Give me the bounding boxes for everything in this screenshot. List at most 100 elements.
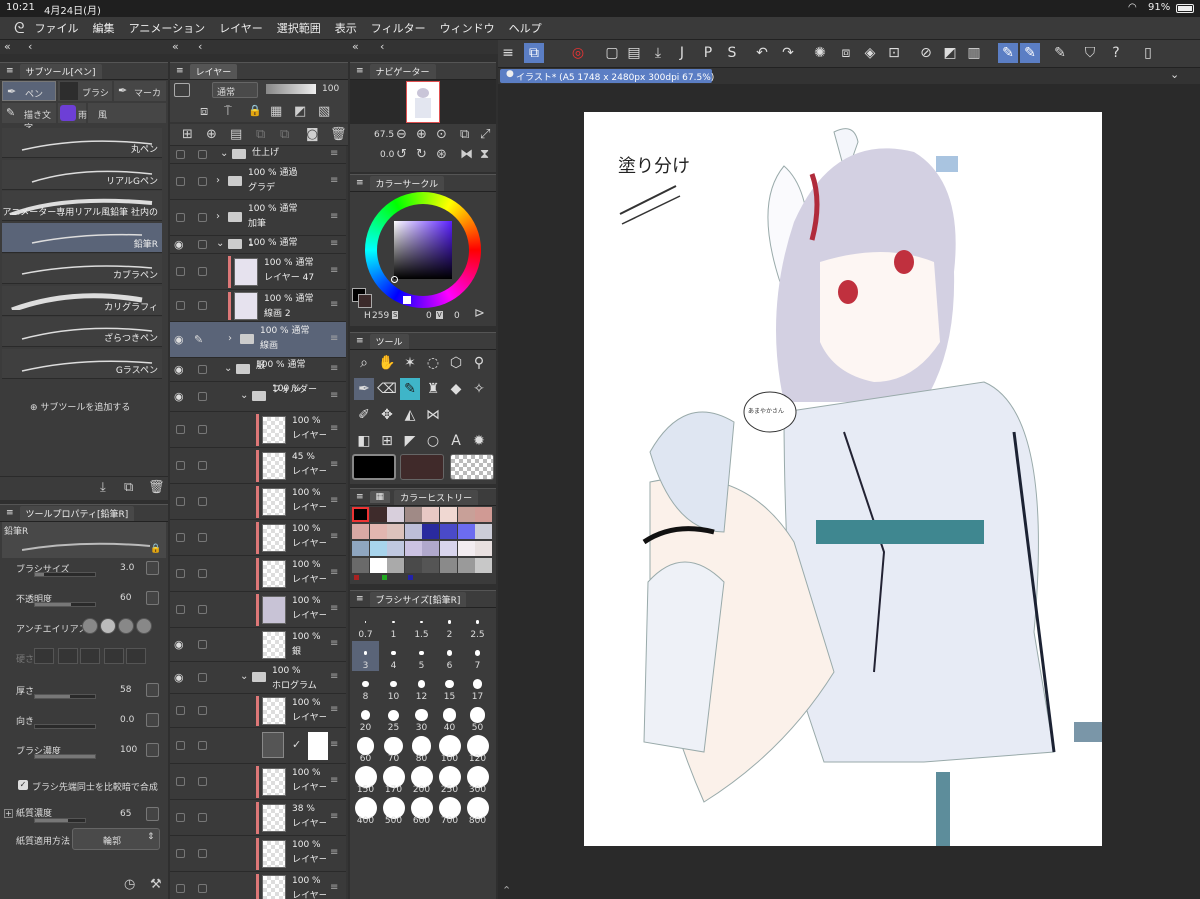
layer-folder[interactable]: › 100 % 通過 グラデ ≡ xyxy=(170,164,346,200)
brush-tool-icon[interactable]: ✎ xyxy=(400,378,420,400)
artwork-canvas[interactable]: 塗り分け あまやかさん xyxy=(584,112,1102,846)
fill-select-icon[interactable]: ◈ xyxy=(860,43,880,63)
drag-handle-icon[interactable]: ≡ xyxy=(330,882,338,893)
reference-icon[interactable]: ⍑ xyxy=(224,105,232,118)
edit-toggle[interactable] xyxy=(198,673,207,682)
layer-row[interactable]: 100 % レイヤー ≡ xyxy=(170,484,346,520)
color-history-swatch[interactable] xyxy=(387,524,405,539)
subtool-item[interactable]: ざらつきペン xyxy=(2,317,162,347)
layer-folder[interactable]: › 100 % 通常 加筆 ≡ xyxy=(170,200,346,236)
blend-icon[interactable]: ◭ xyxy=(400,404,420,426)
new-raster-layer-icon[interactable]: ⊞ xyxy=(182,128,193,141)
drag-handle-icon[interactable]: ≡ xyxy=(330,148,338,159)
subtool-item[interactable]: 丸ペン xyxy=(2,128,162,158)
brush-size-option[interactable]: 70 xyxy=(380,734,407,764)
flip-v-icon[interactable]: ⧗ xyxy=(480,148,489,161)
visibility-toggle[interactable] xyxy=(176,267,185,276)
chevron-down-icon[interactable]: ⌄ xyxy=(240,671,248,682)
rotate-left-icon[interactable]: ↺ xyxy=(396,148,407,161)
brush-check-icon[interactable]: ✎ xyxy=(998,43,1018,63)
text-icon[interactable]: A xyxy=(446,430,466,452)
redo-icon[interactable]: ↷ xyxy=(778,43,798,63)
sv-cursor[interactable] xyxy=(391,276,398,283)
tab-marker[interactable]: ✒マーカー xyxy=(114,81,166,112)
reset-rotate-icon[interactable]: ⊛ xyxy=(436,148,447,161)
brush-size-option[interactable]: 20 xyxy=(352,703,379,733)
eyedropper-icon[interactable]: ⚲ xyxy=(469,352,489,374)
visibility-toggle[interactable] xyxy=(176,884,185,893)
color-history-swatch[interactable] xyxy=(440,558,457,573)
eye-icon[interactable]: ◉ xyxy=(174,333,184,346)
add-subtool-button[interactable]: ⊕ サブツールを追加する xyxy=(30,400,130,413)
color-history-swatch[interactable] xyxy=(387,541,405,556)
drag-handle-icon[interactable]: ≡ xyxy=(330,333,338,344)
layer-row[interactable]: 45 % レイヤー ≡ xyxy=(170,448,346,484)
edit-toggle[interactable] xyxy=(198,813,207,822)
drag-handle-icon[interactable]: ≡ xyxy=(330,603,338,614)
edit-toggle[interactable] xyxy=(198,177,207,186)
menu-item[interactable]: ヘルプ xyxy=(509,20,542,36)
pen-outline-icon[interactable]: ✐ xyxy=(354,404,374,426)
frame-icon[interactable]: ⊞ xyxy=(377,430,397,452)
expand-up-icon[interactable]: ⌃ xyxy=(502,884,511,897)
paper-slider[interactable] xyxy=(34,818,86,823)
brush-size-option[interactable]: 600 xyxy=(408,796,435,826)
new-canvas-icon[interactable]: ⧉ xyxy=(524,43,544,63)
brush-size-option[interactable]: 700 xyxy=(436,796,463,826)
menu-item[interactable]: ウィンドウ xyxy=(440,20,495,36)
color-history-swatch[interactable] xyxy=(475,541,493,556)
menu-icon[interactable]: ≡ xyxy=(356,336,364,346)
color-history-swatch[interactable] xyxy=(387,507,405,522)
loading-icon[interactable]: ✺ xyxy=(810,43,830,63)
chevron-down-icon[interactable]: ⌄ xyxy=(216,238,224,249)
hat-icon[interactable]: ⛉ xyxy=(1080,43,1100,63)
brush-size-option[interactable]: 4 xyxy=(380,641,407,671)
visibility-toggle[interactable] xyxy=(176,849,185,858)
brush-size-option[interactable]: 12 xyxy=(408,672,435,702)
collapse-icon[interactable]: « xyxy=(352,40,359,53)
new-vector-layer-icon[interactable]: ⊕ xyxy=(206,128,217,141)
drag-handle-icon[interactable]: ≡ xyxy=(330,847,338,858)
fit-screen-icon[interactable]: ⧉ xyxy=(460,128,469,141)
brush-size-option[interactable]: 5 xyxy=(408,641,435,671)
drag-handle-icon[interactable]: ≡ xyxy=(330,811,338,822)
edit-toggle[interactable] xyxy=(198,267,207,276)
visibility-toggle[interactable] xyxy=(176,605,185,614)
fill-icon[interactable]: ◆ xyxy=(446,378,466,400)
brush-size-option[interactable]: 300 xyxy=(464,765,491,795)
menu-icon[interactable]: ≡ xyxy=(498,43,518,63)
brush-size-option[interactable]: 170 xyxy=(380,765,407,795)
undo-icon[interactable]: ↶ xyxy=(752,43,772,63)
drag-handle-icon[interactable]: ≡ xyxy=(330,363,338,374)
visibility-toggle[interactable] xyxy=(176,213,185,222)
eye-icon[interactable]: ◉ xyxy=(174,363,184,376)
menu-icon[interactable]: ≡ xyxy=(6,66,14,76)
visibility-toggle[interactable] xyxy=(176,706,185,715)
visibility-toggle[interactable] xyxy=(176,425,185,434)
property-slider[interactable] xyxy=(34,572,96,577)
menu-item[interactable]: 選択範囲 xyxy=(277,20,321,36)
tab-lettering[interactable]: ✎描き文字 xyxy=(2,103,56,134)
brush-size-option[interactable]: 500 xyxy=(380,796,407,826)
color-history-swatch[interactable] xyxy=(440,507,457,522)
color-history-swatch[interactable] xyxy=(475,558,493,573)
edit-toggle[interactable] xyxy=(198,884,207,893)
color-history-swatch[interactable] xyxy=(369,541,387,556)
layer-row[interactable]: ◉ 100 % 銀 ≡ xyxy=(170,628,346,662)
brush-size-option[interactable]: 17 xyxy=(464,672,491,702)
menu-item[interactable]: 表示 xyxy=(335,20,357,36)
antialias-option[interactable] xyxy=(82,618,98,634)
zoom-icon[interactable]: ⌕ xyxy=(354,352,374,374)
brush-size-option[interactable]: 100 xyxy=(436,734,463,764)
layer-row[interactable]: 100 % レイヤー ≡ xyxy=(170,520,346,556)
brush-size-option[interactable]: 1.5 xyxy=(408,610,435,640)
blend-check-icon[interactable]: ✎ xyxy=(1020,43,1040,63)
menu-icon[interactable]: ≡ xyxy=(356,492,364,502)
spiral-icon[interactable]: ◎ xyxy=(568,43,588,63)
menu-icon[interactable]: ≡ xyxy=(176,66,184,76)
phone-icon[interactable]: ▯ xyxy=(1138,43,1158,63)
brush-size-option[interactable]: 2 xyxy=(436,610,463,640)
edit-toggle[interactable] xyxy=(198,849,207,858)
rotate-right-icon[interactable]: ↻ xyxy=(416,148,427,161)
drag-handle-icon[interactable]: ≡ xyxy=(330,423,338,434)
